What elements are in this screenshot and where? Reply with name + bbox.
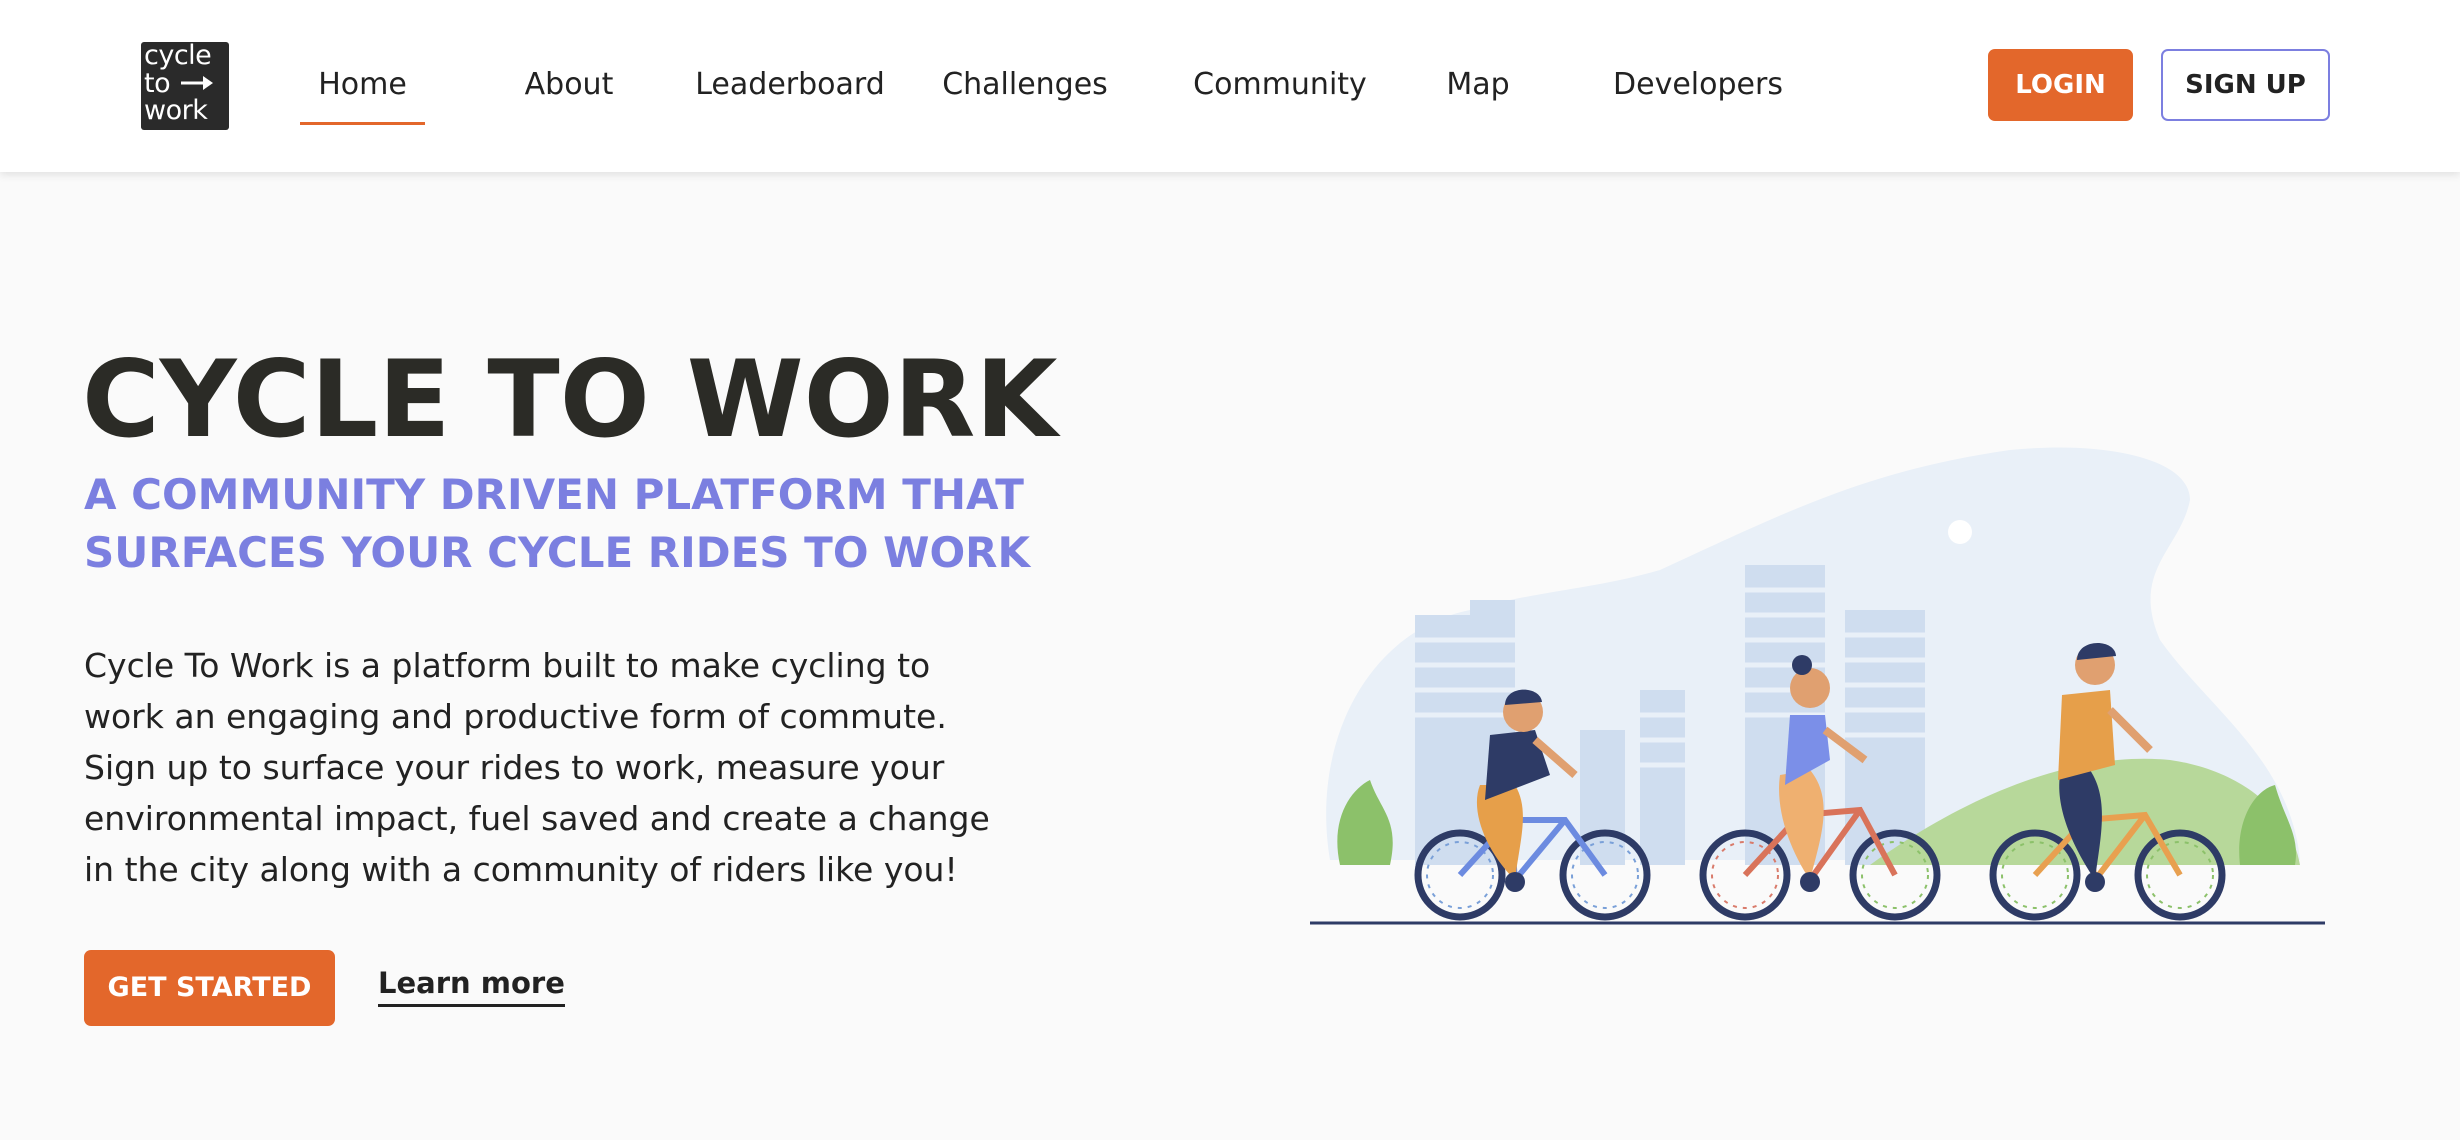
- nav-item-developers[interactable]: Developers: [1598, 48, 1798, 122]
- cyclists-illustration: [1310, 447, 2325, 925]
- hero-title: CYCLE TO WORK: [82, 338, 1058, 461]
- nav-item-about[interactable]: About: [496, 48, 642, 122]
- logo-text-work: work: [144, 95, 208, 126]
- nav-item-community[interactable]: Community: [1185, 48, 1375, 122]
- arrow-right-icon: [181, 76, 213, 90]
- nav-item-challenges[interactable]: Challenges: [940, 48, 1110, 122]
- site-header: cycle to work Home About Leaderboard Cha…: [0, 0, 2460, 172]
- get-started-button[interactable]: GET STARTED: [84, 950, 335, 1026]
- logo-text-cycle: cycle: [144, 40, 212, 71]
- login-button[interactable]: LOGIN: [1988, 49, 2133, 121]
- logo-text-to: to: [144, 68, 171, 99]
- nav-item-map[interactable]: Map: [1438, 48, 1518, 122]
- learn-more-link[interactable]: Learn more: [378, 966, 565, 1007]
- nav-item-leaderboard[interactable]: Leaderboard: [675, 48, 905, 122]
- hero-subtitle: A COMMUNITY DRIVEN PLATFORM THAT SURFACE…: [84, 470, 1031, 577]
- hero-description: Cycle To Work is a platform built to mak…: [84, 646, 990, 889]
- signup-button[interactable]: SIGN UP: [2161, 49, 2330, 121]
- logo[interactable]: cycle to work: [141, 42, 229, 130]
- nav-item-home[interactable]: Home: [300, 48, 425, 125]
- sun-shape: [1948, 520, 1972, 544]
